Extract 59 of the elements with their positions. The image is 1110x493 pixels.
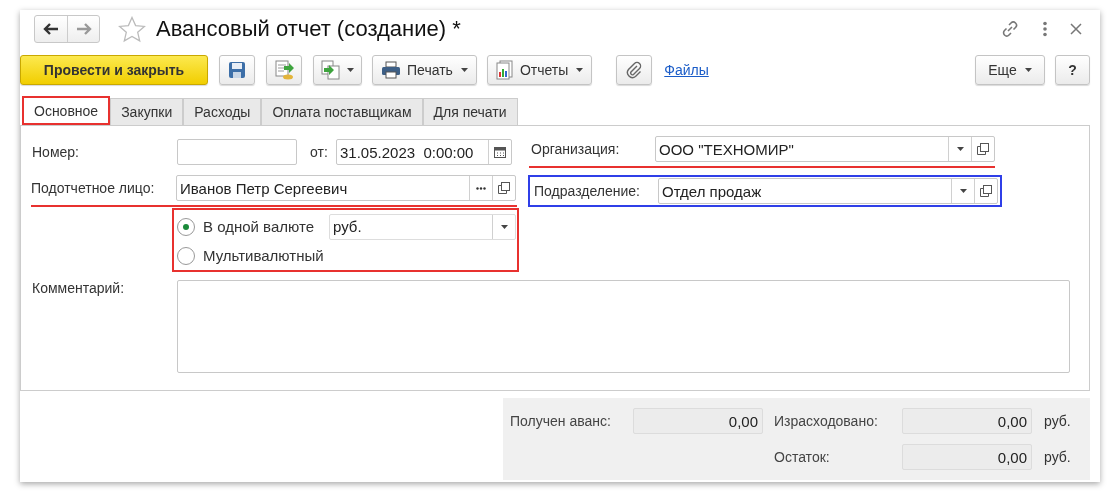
printer-icon: [381, 61, 401, 79]
field-label: Подотчетное лицо:: [31, 180, 156, 196]
radio-label: Мультивалютный: [203, 247, 325, 264]
field-label: Организация:: [530, 141, 621, 157]
dropdown-icon: [500, 224, 508, 229]
attach-button[interactable]: [616, 55, 653, 85]
post-and-close-button[interactable]: Провести и закрыть: [20, 55, 208, 85]
radio-label: В одной валюте: [203, 218, 315, 235]
dropdown-icon: [959, 189, 967, 193]
number-field[interactable]: [177, 139, 297, 165]
unit-label: руб.: [1043, 449, 1072, 465]
paperclip-icon: [626, 61, 643, 79]
field-label: Номер:: [32, 144, 80, 160]
radio-button[interactable]: [177, 246, 195, 265]
more-button[interactable]: Еще: [975, 55, 1045, 85]
person-field[interactable]: Иванов Петр Сергеевич: [176, 175, 516, 201]
field-label: Израсходовано:: [773, 413, 879, 429]
open-window-icon: [977, 143, 989, 155]
open-window-icon: [498, 182, 510, 194]
forward-arrow-icon: [75, 23, 92, 35]
ellipsis-icon: [476, 186, 486, 190]
print-button[interactable]: Печать: [372, 55, 477, 85]
back-arrow-icon: [43, 23, 59, 35]
balance-field: 0,00: [902, 444, 1032, 470]
field-label: Остаток:: [773, 449, 831, 465]
calendar-icon: [494, 146, 506, 158]
field-label: Получен аванс:: [510, 413, 612, 429]
more-icon[interactable]: [1042, 21, 1048, 37]
report-chart-icon: [495, 60, 514, 80]
open-window-icon: [980, 185, 992, 197]
reports-button[interactable]: Отчеты: [486, 55, 593, 85]
currency-field[interactable]: руб.: [329, 213, 516, 240]
star-icon[interactable]: [118, 15, 146, 43]
link-icon[interactable]: [1000, 19, 1020, 39]
files-link[interactable]: Файлы: [664, 62, 709, 78]
tab[interactable]: Расходы: [183, 98, 262, 125]
spent-field: 0,00: [902, 408, 1032, 434]
comment-field[interactable]: [177, 280, 1070, 373]
department-field[interactable]: Отдел продаж: [658, 178, 998, 204]
date-field[interactable]: 31.05.2023 0:00:00: [336, 139, 512, 165]
field-label: от:: [310, 144, 329, 160]
tab[interactable]: Для печати: [422, 98, 518, 125]
tab[interactable]: Закупки: [110, 98, 184, 125]
help-button[interactable]: ?: [1055, 55, 1090, 85]
create-based-on-button[interactable]: [313, 55, 362, 85]
window-title: Авансовый отчет (создание) *: [156, 16, 461, 42]
post-button[interactable]: [266, 55, 302, 85]
dropdown-icon: [956, 147, 964, 151]
close-icon[interactable]: [1070, 23, 1082, 35]
unit-label: руб.: [1043, 413, 1072, 429]
organization-field[interactable]: ООО "ТЕХНОМИР": [655, 136, 995, 162]
radio-button[interactable]: [177, 217, 195, 236]
field-label: Подразделение:: [533, 183, 641, 199]
documents-arrow-icon: [321, 60, 341, 80]
document-post-icon: [274, 60, 294, 80]
save-button[interactable]: [219, 55, 255, 85]
received-field: 0,00: [633, 408, 763, 434]
tab[interactable]: Оплата поставщикам: [261, 98, 423, 125]
field-label: Комментарий:: [32, 280, 126, 296]
